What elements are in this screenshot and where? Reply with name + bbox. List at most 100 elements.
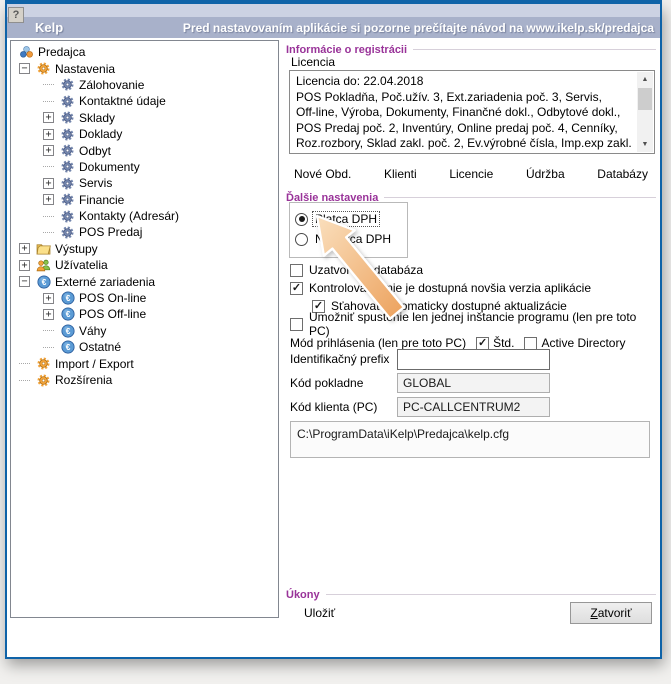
scroll-thumb[interactable] <box>638 88 652 110</box>
help-button[interactable]: ? <box>8 7 24 23</box>
collapse-icon[interactable]: − <box>19 63 30 74</box>
registration-button[interactable]: Údržba <box>522 165 569 183</box>
tree-item[interactable]: Rozšírenia <box>11 372 278 388</box>
checkbox-row: ✓ Kontrolovať či nie je dostupná novšia v… <box>290 279 660 297</box>
expand-icon[interactable]: + <box>43 129 54 140</box>
expand-icon[interactable]: + <box>43 194 54 205</box>
tree-item-label: Užívatelia <box>55 258 108 272</box>
scroll-up-icon[interactable]: ▲ <box>637 72 653 87</box>
registration-group-header: Informácie o registrácii <box>284 42 660 56</box>
tree-item-label: Sklady <box>79 111 115 125</box>
pos-code-value: GLOBAL <box>397 373 550 393</box>
tree-item[interactable]: +Výstupy <box>11 241 278 257</box>
tree-item-label: Kontakty (Adresár) <box>79 209 179 223</box>
login-ad-label: Active Directory <box>541 336 625 350</box>
registration-button[interactable]: Klienti <box>380 165 421 183</box>
tree-item[interactable]: Dokumenty <box>11 159 278 175</box>
tree-item[interactable]: POS Predaj <box>11 224 278 240</box>
expand-icon[interactable]: + <box>43 309 54 320</box>
tree-item[interactable]: + Servis <box>11 175 278 191</box>
euro-icon: € <box>60 324 75 338</box>
tree-item[interactable]: Kontaktné údaje <box>11 93 278 109</box>
tree-connector <box>43 232 54 233</box>
tree-item[interactable]: + Sklady <box>11 110 278 126</box>
expand-icon[interactable]: + <box>19 260 30 271</box>
right-panel: Informácie o registrácii Licencia Licenc… <box>284 40 660 623</box>
tree-item[interactable]: + Užívatelia <box>11 257 278 273</box>
vat-payer-option[interactable]: Platca DPH <box>295 209 407 229</box>
tree-item[interactable]: Predajca <box>11 44 278 60</box>
scroll-down-icon[interactable]: ▼ <box>637 137 653 152</box>
tree-item-label: Rozšírenia <box>55 373 112 387</box>
tree-connector <box>43 101 54 102</box>
checkbox-row: Umožniť spustenie len jednej inštancie p… <box>290 315 660 333</box>
tree-item[interactable]: €Váhy <box>11 323 278 339</box>
vat-payer-label: Platca DPH <box>313 212 379 226</box>
tree-item-label: Kontaktné údaje <box>79 94 166 108</box>
registration-button[interactable]: Licencie <box>445 165 497 183</box>
folder-icon <box>36 242 51 255</box>
client-code-label: Kód klienta (PC) <box>290 400 397 414</box>
license-textbox[interactable]: Licencia do: 22.04.2018 POS Pokladňa, Po… <box>289 70 655 154</box>
gear-orange-icon <box>36 374 51 387</box>
tree-item[interactable]: €Ostatné <box>11 339 278 355</box>
brand-label: Kelp <box>35 20 63 35</box>
settings-tree: Predajca−NastaveniaZálohovanieKontaktné … <box>10 40 279 618</box>
save-button[interactable]: Uložiť <box>300 604 339 622</box>
checkbox[interactable] <box>290 318 303 331</box>
tree-item[interactable]: − Nastavenia <box>11 60 278 76</box>
expand-icon[interactable]: + <box>43 145 54 156</box>
registration-button[interactable]: Nové Obd. <box>290 165 355 183</box>
expand-icon[interactable]: + <box>43 112 54 123</box>
svg-text:€: € <box>65 342 70 352</box>
tree-item[interactable]: +Odbyt <box>11 142 278 158</box>
close-dialog-button[interactable]: Zatvoriť <box>570 602 652 624</box>
tree-item[interactable]: Kontakty (Adresár) <box>11 208 278 224</box>
svg-text:€: € <box>41 277 46 287</box>
tree-item[interactable]: +Doklady <box>11 126 278 142</box>
registration-buttons: Nové Obd. Klienti Licencie Údržba Databázy <box>290 162 652 186</box>
tree-item[interactable]: Import / Export <box>11 355 278 371</box>
prefix-input[interactable] <box>397 349 550 370</box>
tree-item-label: POS Predaj <box>79 225 142 239</box>
registration-button[interactable]: Databázy <box>593 165 652 183</box>
tree-item[interactable]: + Financie <box>11 192 278 208</box>
tree-item-label: Servis <box>79 176 112 190</box>
tree-item-label: Nastavenia <box>55 62 115 76</box>
tree-item-label: Import / Export <box>55 357 134 371</box>
tree-item[interactable]: Zálohovanie <box>11 77 278 93</box>
expand-icon[interactable]: + <box>43 293 54 304</box>
euro-icon: € <box>36 275 51 289</box>
svg-text:€: € <box>65 293 70 303</box>
license-scrollbar[interactable]: ▲ ▼ <box>637 72 653 152</box>
logo-icon <box>19 45 34 59</box>
tree-item-label: Financie <box>79 193 124 207</box>
tree-item-label: POS On-line <box>79 291 146 305</box>
config-path: C:\ProgramData\iKelp\Predajca\kelp.cfg <box>297 427 509 441</box>
gear-blue-icon <box>60 177 75 190</box>
users-icon <box>36 259 51 272</box>
expand-icon[interactable]: + <box>43 178 54 189</box>
tree-connector <box>43 216 54 217</box>
tree-item-label: Dokumenty <box>79 160 140 174</box>
tree-item-label: Predajca <box>38 45 85 59</box>
tree-item[interactable]: +€POS Off-line <box>11 306 278 322</box>
checkbox-label: Kontrolovať či nie je dostupná novšia ve… <box>309 281 591 295</box>
checkbox[interactable] <box>290 264 303 277</box>
expand-icon[interactable]: + <box>19 243 30 254</box>
radio-unselected-icon <box>295 233 308 246</box>
tree-connector <box>43 347 54 348</box>
tree-connector <box>43 84 54 85</box>
tree-item-label: Zálohovanie <box>79 78 144 92</box>
euro-icon: € <box>60 307 75 321</box>
tree-item[interactable]: + € POS On-line <box>11 290 278 306</box>
checkbox-label: Uzatvorená databáza <box>309 263 423 277</box>
radio-selected-icon <box>295 213 308 226</box>
settings-checkboxes: Uzatvorená databáza ✓ Kontrolovať či nie j… <box>290 261 660 333</box>
checkbox[interactable]: ✓ <box>290 282 303 295</box>
collapse-icon[interactable]: − <box>19 276 30 287</box>
vat-nonpayer-option[interactable]: Neplatca DPH <box>295 229 407 249</box>
tree-item[interactable]: − € Externé zariadenia <box>11 273 278 289</box>
tree-item-label: Externé zariadenia <box>55 275 155 289</box>
svg-text:€: € <box>65 326 70 336</box>
